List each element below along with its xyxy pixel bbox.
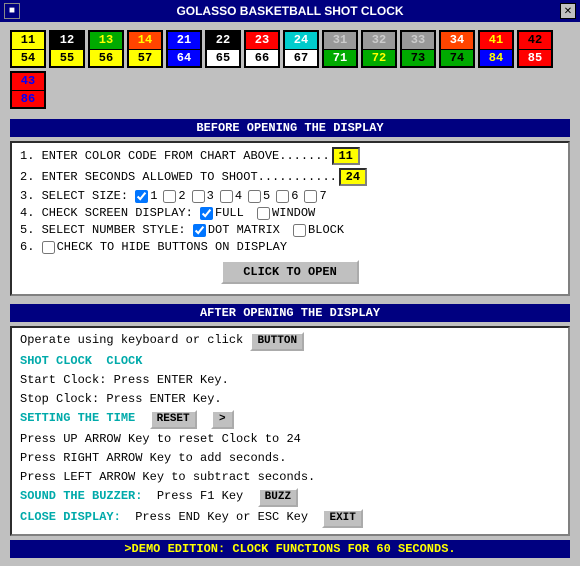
step1-row: 1. ENTER COLOR CODE FROM CHART ABOVE....… <box>20 147 560 165</box>
setting-time-label[interactable]: SETTING THE TIME <box>20 411 135 425</box>
size-1-label[interactable]: 1 <box>135 189 157 203</box>
hide-buttons-checkbox[interactable] <box>42 241 55 254</box>
step2-label: 2. ENTER SECONDS ALLOWED TO SHOOT.......… <box>20 170 337 184</box>
size-3-label[interactable]: 3 <box>192 189 214 203</box>
after-line4: Press UP ARROW Key to reset Clock to 24 <box>20 431 560 448</box>
dotmatrix-checkbox[interactable] <box>193 224 206 237</box>
size-2-checkbox[interactable] <box>163 190 176 203</box>
color-cell-34[interactable]: 3474 <box>439 30 475 68</box>
color-cell-31[interactable]: 3171 <box>322 30 358 68</box>
size-5-label[interactable]: 5 <box>248 189 270 203</box>
size-1-checkbox[interactable] <box>135 190 148 203</box>
color-cell-41[interactable]: 4184 <box>478 30 514 68</box>
color-cell-21[interactable]: 2164 <box>166 30 202 68</box>
color-cell-14[interactable]: 1457 <box>127 30 163 68</box>
after-panel: Operate using keyboard or click BUTTON S… <box>10 326 570 536</box>
after-setting-row: SETTING THE TIME RESET > <box>20 410 560 429</box>
block-checkbox[interactable] <box>293 224 306 237</box>
color-cell-12[interactable]: 1255 <box>49 30 85 68</box>
color-cell-24[interactable]: 2467 <box>283 30 319 68</box>
shot-clock-btn[interactable]: SHOT CLOCK <box>20 354 92 368</box>
arrow-right-btn[interactable]: > <box>211 410 234 429</box>
seconds-input[interactable] <box>339 168 367 186</box>
after-buzz-row: SOUND THE BUZZER: Press F1 Key BUZZ <box>20 488 560 507</box>
size-7-checkbox[interactable] <box>304 190 317 203</box>
dotmatrix-option-label[interactable]: DOT MATRIX <box>193 223 280 237</box>
demo-bar: >DEMO EDITION: CLOCK FUNCTIONS FOR 60 SE… <box>10 540 570 558</box>
window-checkbox[interactable] <box>257 207 270 220</box>
window-option-label[interactable]: WINDOW <box>257 206 315 220</box>
window-title: GOLASSO BASKETBALL SHOT CLOCK <box>20 4 560 18</box>
color-code-input[interactable] <box>332 147 360 165</box>
step1-label: 1. ENTER COLOR CODE FROM CHART ABOVE....… <box>20 149 330 163</box>
color-cell-11[interactable]: 1154 <box>10 30 46 68</box>
full-checkbox[interactable] <box>200 207 213 220</box>
color-cell-23[interactable]: 2366 <box>244 30 280 68</box>
after-section-header: AFTER OPENING THE DISPLAY <box>10 304 570 322</box>
click-to-open-button[interactable]: CLICK TO OPEN <box>221 260 359 284</box>
after-line2: Start Clock: Press ENTER Key. <box>20 372 560 389</box>
size-6-label[interactable]: 6 <box>276 189 298 203</box>
step2-row: 2. ENTER SECONDS ALLOWED TO SHOOT.......… <box>20 168 560 186</box>
step6-row: 6. CHECK TO HIDE BUTTONS ON DISPLAY <box>20 240 560 254</box>
after-line1: Operate using keyboard or click BUTTON <box>20 332 560 351</box>
clock-btn[interactable]: CLOCK <box>106 354 142 368</box>
step3-row: 3. SELECT SIZE: 1 2 3 4 5 6 7 <box>20 189 560 203</box>
close-display-label[interactable]: CLOSE DISPLAY: <box>20 510 121 524</box>
step6-label: 6. <box>20 240 42 254</box>
after-line6: Press LEFT ARROW Key to subtract seconds… <box>20 469 560 486</box>
color-chart: 1154125513561457216422652366246731713272… <box>10 30 570 109</box>
size-4-label[interactable]: 4 <box>220 189 242 203</box>
after-line-shotclock: SHOT CLOCK CLOCK <box>20 353 560 370</box>
hide-buttons-label[interactable]: CHECK TO HIDE BUTTONS ON DISPLAY <box>42 240 287 254</box>
step5-label: 5. SELECT NUMBER STYLE: <box>20 223 193 237</box>
step3-label: 3. SELECT SIZE: <box>20 189 135 203</box>
size-5-checkbox[interactable] <box>248 190 261 203</box>
step4-label: 4. CHECK SCREEN DISPLAY: <box>20 206 200 220</box>
color-cell-43[interactable]: 4386 <box>10 71 46 109</box>
title-bar: ■ GOLASSO BASKETBALL SHOT CLOCK ✕ <box>0 0 580 22</box>
sound-buzzer-label[interactable]: SOUND THE BUZZER: <box>20 489 142 503</box>
close-button[interactable]: ✕ <box>560 3 576 19</box>
after-close-row: CLOSE DISPLAY: Press END Key or ESC Key … <box>20 509 560 528</box>
size-3-checkbox[interactable] <box>192 190 205 203</box>
window-icon: ■ <box>4 3 20 19</box>
size-2-label[interactable]: 2 <box>163 189 185 203</box>
size-4-checkbox[interactable] <box>220 190 233 203</box>
step4-row: 4. CHECK SCREEN DISPLAY: FULL WINDOW <box>20 206 560 220</box>
before-section-header: BEFORE OPENING THE DISPLAY <box>10 119 570 137</box>
color-cell-33[interactable]: 3373 <box>400 30 436 68</box>
after-line5: Press RIGHT ARROW Key to add seconds. <box>20 450 560 467</box>
color-cell-42[interactable]: 4285 <box>517 30 553 68</box>
buzz-btn[interactable]: BUZZ <box>258 488 298 507</box>
size-6-checkbox[interactable] <box>276 190 289 203</box>
instructions-panel: 1. ENTER COLOR CODE FROM CHART ABOVE....… <box>10 141 570 296</box>
step5-row: 5. SELECT NUMBER STYLE: DOT MATRIX BLOCK <box>20 223 560 237</box>
after-line3: Stop Clock: Press ENTER Key. <box>20 391 560 408</box>
color-cell-32[interactable]: 3272 <box>361 30 397 68</box>
block-option-label[interactable]: BLOCK <box>293 223 344 237</box>
button-inline-btn[interactable]: BUTTON <box>250 332 304 351</box>
size-7-label[interactable]: 7 <box>304 189 326 203</box>
color-cell-13[interactable]: 1356 <box>88 30 124 68</box>
color-cell-22[interactable]: 2265 <box>205 30 241 68</box>
full-option-label[interactable]: FULL <box>200 206 244 220</box>
reset-btn[interactable]: RESET <box>150 410 197 429</box>
exit-btn[interactable]: EXIT <box>322 509 362 528</box>
